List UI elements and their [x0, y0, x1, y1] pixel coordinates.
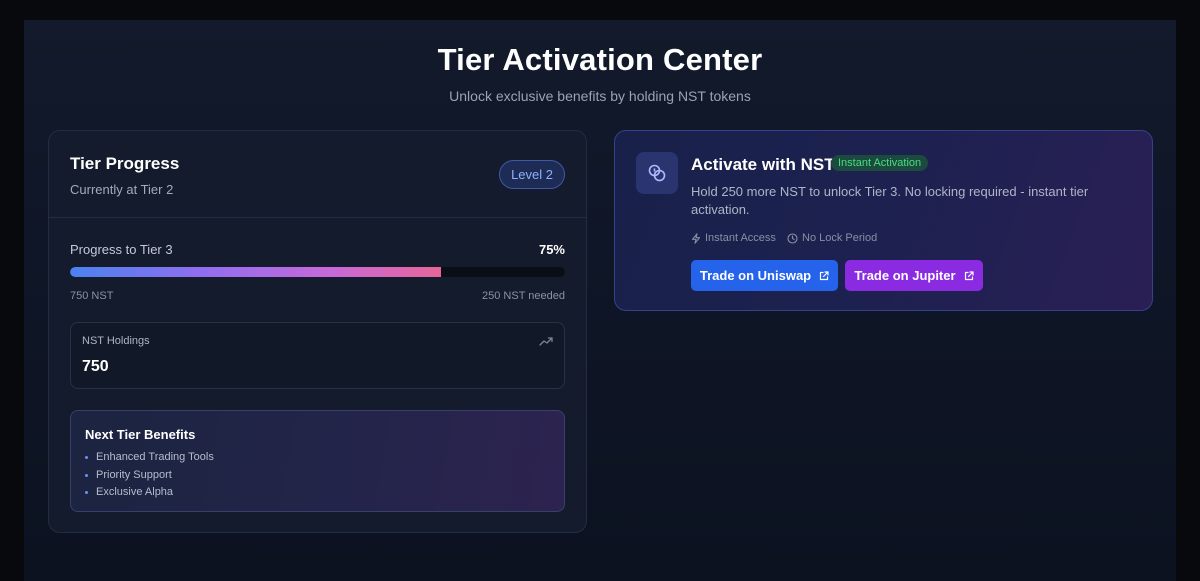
- trade-on-jupiter-button[interactable]: Trade on Jupiter: [845, 260, 983, 291]
- benefit-item: Priority Support: [85, 467, 214, 485]
- progress-label: Progress to Tier 3: [70, 242, 173, 257]
- trade-on-uniswap-button[interactable]: Trade on Uniswap: [691, 260, 838, 291]
- level-badge: Level 2: [499, 160, 565, 189]
- nst-holdings-box: NST Holdings 750: [70, 322, 565, 389]
- current-tier-text: Currently at Tier 2: [70, 182, 174, 197]
- benefit-item: Enhanced Trading Tools: [85, 449, 214, 467]
- benefits-title: Next Tier Benefits: [85, 427, 196, 442]
- activate-nst-card: Activate with NST Instant Activation Hol…: [614, 130, 1153, 311]
- external-link-icon: [964, 270, 974, 280]
- feature-label: Instant Access: [705, 232, 776, 244]
- tier-progress-header: Tier Progress Currently at Tier 2 Level …: [49, 131, 586, 218]
- coins-icon: [648, 164, 666, 182]
- nst-needed-amount: 250 NST needed: [482, 290, 565, 302]
- page-title: Tier Activation Center: [437, 42, 763, 77]
- bullet-dot: [85, 456, 88, 460]
- benefit-label: Exclusive Alpha: [96, 486, 174, 498]
- tier-progress-card: Tier Progress Currently at Tier 2 Level …: [48, 130, 587, 533]
- current-nst-amount: 750 NST: [70, 290, 114, 302]
- activate-title: Activate with NST: [691, 155, 835, 174]
- bullet-dot: [85, 491, 88, 495]
- app-frame: Tier Activation Center Unlock exclusive …: [24, 20, 1176, 581]
- clock-icon: [787, 232, 798, 244]
- progress-percent: 75%: [538, 242, 565, 257]
- bullet-dot: [85, 473, 88, 477]
- activate-description: Hold 250 more NST to unlock Tier 3. No l…: [691, 184, 1089, 217]
- next-tier-benefits: Next Tier Benefits Enhanced Trading Tool…: [70, 410, 565, 512]
- feature-instant-access: Instant Access: [691, 232, 776, 244]
- progress-bar: [70, 267, 565, 277]
- lightning-icon: [691, 232, 701, 244]
- page-subtitle: Unlock exclusive benefits by holding NST…: [449, 88, 751, 104]
- tier-progress-title: Tier Progress: [70, 154, 180, 173]
- page-header: Tier Activation Center Unlock exclusive …: [24, 42, 1176, 104]
- benefits-list: Enhanced Trading Tools Priority Support …: [85, 449, 214, 502]
- coins-icon-tile: [636, 152, 678, 194]
- holdings-value: 750: [82, 358, 109, 375]
- external-link-icon: [820, 270, 829, 280]
- benefit-label: Priority Support: [96, 468, 172, 481]
- progress-bar-fill: [70, 267, 442, 277]
- feature-no-lock-period: No Lock Period: [787, 232, 877, 244]
- benefit-label: Enhanced Trading Tools: [96, 451, 214, 463]
- button-label: Trade on Jupiter: [854, 268, 956, 283]
- instant-activation-badge: Instant Activation: [831, 155, 929, 171]
- trending-up-icon: [539, 337, 553, 346]
- holdings-label: NST Holdings: [82, 335, 150, 347]
- feature-label: No Lock Period: [802, 232, 878, 244]
- button-label: Trade on Uniswap: [699, 268, 812, 283]
- benefit-item: Exclusive Alpha: [85, 484, 214, 502]
